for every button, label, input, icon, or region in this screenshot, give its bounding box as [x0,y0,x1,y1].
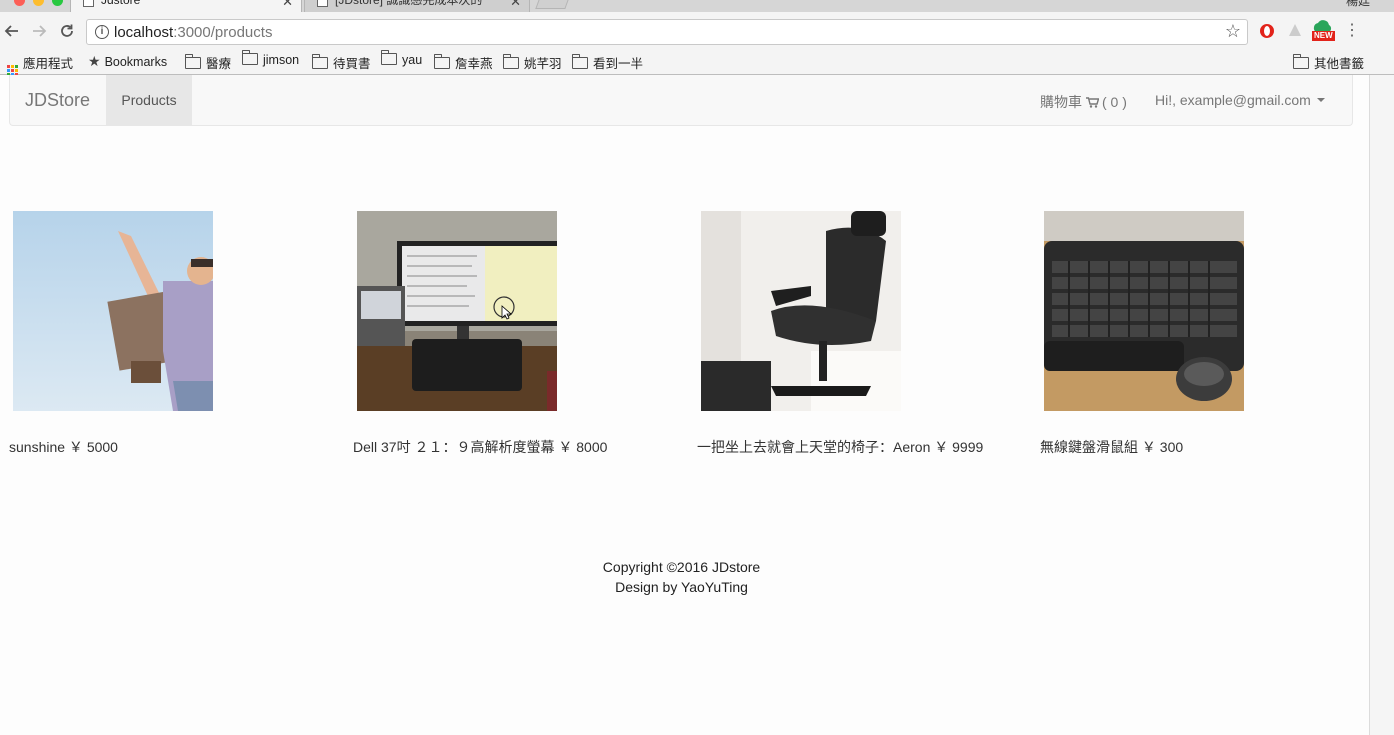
folder-icon [185,54,201,69]
bookmark-folder-6[interactable]: 姚芊羽 [503,53,562,72]
bookmark-label: 應用程式 [23,57,74,71]
cart-link[interactable]: 購物車 ( 0 ) [1040,92,1127,112]
caret-down-icon [1316,98,1325,102]
copyright-text: Copyright ©2016 JDstore [602,559,761,575]
profile-label[interactable]: 楊廷 [1346,0,1370,9]
product-caption[interactable]: sunshine ￥ 5000 [9,437,118,457]
address-bar[interactable]: i localhost:3000/products ☆ [86,19,1248,45]
product-card[interactable]: sunshine ￥ 5000 [9,211,213,455]
shopping-cart-icon [1086,97,1099,108]
info-icon[interactable]: i [95,25,109,39]
user-dropdown[interactable]: Hi!, example@gmail.com [1155,92,1325,108]
tab-jdstore[interactable]: Jdstore ✕ [70,0,302,12]
product-card[interactable]: 一把坐上去就會上天堂的椅子：Aeron ￥ 9999 [697,211,983,455]
product-image[interactable] [701,211,901,411]
page-scrollbar[interactable] [1369,75,1394,735]
design-credit: Design by YaoYuTing [615,579,748,595]
kebab-menu-icon: ⋮ [1344,22,1360,39]
bookmark-folder-2[interactable]: jimson [242,50,300,67]
folder-icon [312,54,328,69]
folder-icon [381,50,397,65]
cart-label: 購物車 [1040,94,1082,110]
site-navbar: JDStore Products 購物車 ( 0 ) Hi!, example@g… [9,75,1353,126]
url-text[interactable]: localhost:3000/products [114,24,272,41]
product-image[interactable] [357,211,557,411]
minimize-window-button[interactable] [33,0,44,6]
arrow-left-icon [4,25,18,37]
bookmark-label: jimson [263,53,300,67]
product-image[interactable] [13,211,213,411]
bookmark-folder-7[interactable]: 看到一半 [572,53,643,72]
tab-jdstore-issue[interactable]: [JDstore] 誠識感完成本次的 ✕ [304,0,530,12]
product-caption[interactable]: 無線鍵盤滑鼠組 ￥ 300 [1040,437,1183,457]
bookmark-label: yau [402,53,423,67]
folder-icon [1293,54,1309,69]
reload-button[interactable] [55,19,79,43]
bookmark-other[interactable]: 其他書籤 [1293,53,1364,72]
bookmark-bookmarks[interactable]: ★ Bookmarks [88,53,167,70]
reload-icon [61,24,73,37]
bookmark-label: 其他書籤 [1314,57,1365,71]
menu-button[interactable]: ⋮ [1340,19,1364,43]
document-icon [83,0,94,7]
folder-icon [503,54,519,69]
bookmark-label: 醫療 [206,57,232,71]
document-icon [317,0,328,7]
forward-button[interactable] [27,19,51,43]
bookmarks-bar: 應用程式 ★ Bookmarks 醫療 jimson 待買書 yau 詹幸燕 姚芊… [0,50,1394,76]
browser-tabstrip: Jdstore ✕ [JDstore] 誠識感完成本次的 ✕ 楊廷 [0,0,1394,12]
product-card[interactable]: 無線鍵盤滑鼠組 ￥ 300 [1040,211,1244,455]
user-greeting: Hi!, example@gmail.com [1155,92,1311,108]
bookmark-star-icon[interactable]: ☆ [1225,21,1241,42]
close-icon[interactable]: ✕ [510,0,521,8]
nav-products-link[interactable]: Products [106,75,192,125]
close-icon[interactable]: ✕ [282,0,293,8]
product-image[interactable] [1044,211,1244,411]
url-host: localhost [114,24,174,41]
star-icon: ★ [88,53,101,69]
new-extension-icon[interactable]: NEW [1312,19,1335,45]
close-window-button[interactable] [14,0,25,6]
folder-icon [242,50,258,65]
tab-title: [JDstore] 誠識感完成本次的 [335,0,483,7]
bookmark-folder-5[interactable]: 詹幸燕 [434,53,493,72]
page-content: JDStore Products 購物車 ( 0 ) Hi!, example@g… [0,75,1370,735]
bookmark-folder-4[interactable]: yau [381,50,423,67]
url-path: :3000/products [173,24,273,41]
folder-icon [434,54,450,69]
site-footer: Copyright ©2016 JDstore Design by YaoYuT… [0,557,1363,597]
bookmark-label: 姚芊羽 [524,57,562,71]
product-card[interactable]: Dell 37吋 ２１：９高解析度螢幕 ￥ 8000 [353,211,607,455]
product-caption[interactable]: 一把坐上去就會上天堂的椅子：Aeron ￥ 9999 [697,437,983,457]
bookmark-folder-3[interactable]: 待買書 [312,53,371,72]
opera-extension-icon[interactable] [1259,23,1275,39]
new-badge: NEW [1312,31,1335,41]
browser-toolbar: i localhost:3000/products ☆ NEW ⋮ [0,12,1394,50]
extension-icon[interactable] [1288,23,1302,39]
product-caption[interactable]: Dell 37吋 ２１：９高解析度螢幕 ￥ 8000 [353,437,607,457]
tab-title: Jdstore [101,0,141,7]
bookmark-label: 詹幸燕 [455,57,493,71]
back-button[interactable] [0,19,24,43]
arrow-right-icon [33,25,47,37]
maximize-window-button[interactable] [52,0,63,6]
bookmark-label: 待買書 [333,57,371,71]
bookmark-label: Bookmarks [104,55,168,69]
brand-link[interactable]: JDStore [25,90,90,111]
cart-count: ( 0 ) [1102,94,1127,110]
bookmark-apps[interactable]: 應用程式 [7,53,73,76]
bookmark-folder-1[interactable]: 醫療 [185,53,231,72]
new-tab-button[interactable] [535,0,571,9]
bookmark-label: 看到一半 [593,57,644,71]
folder-icon [572,54,588,69]
